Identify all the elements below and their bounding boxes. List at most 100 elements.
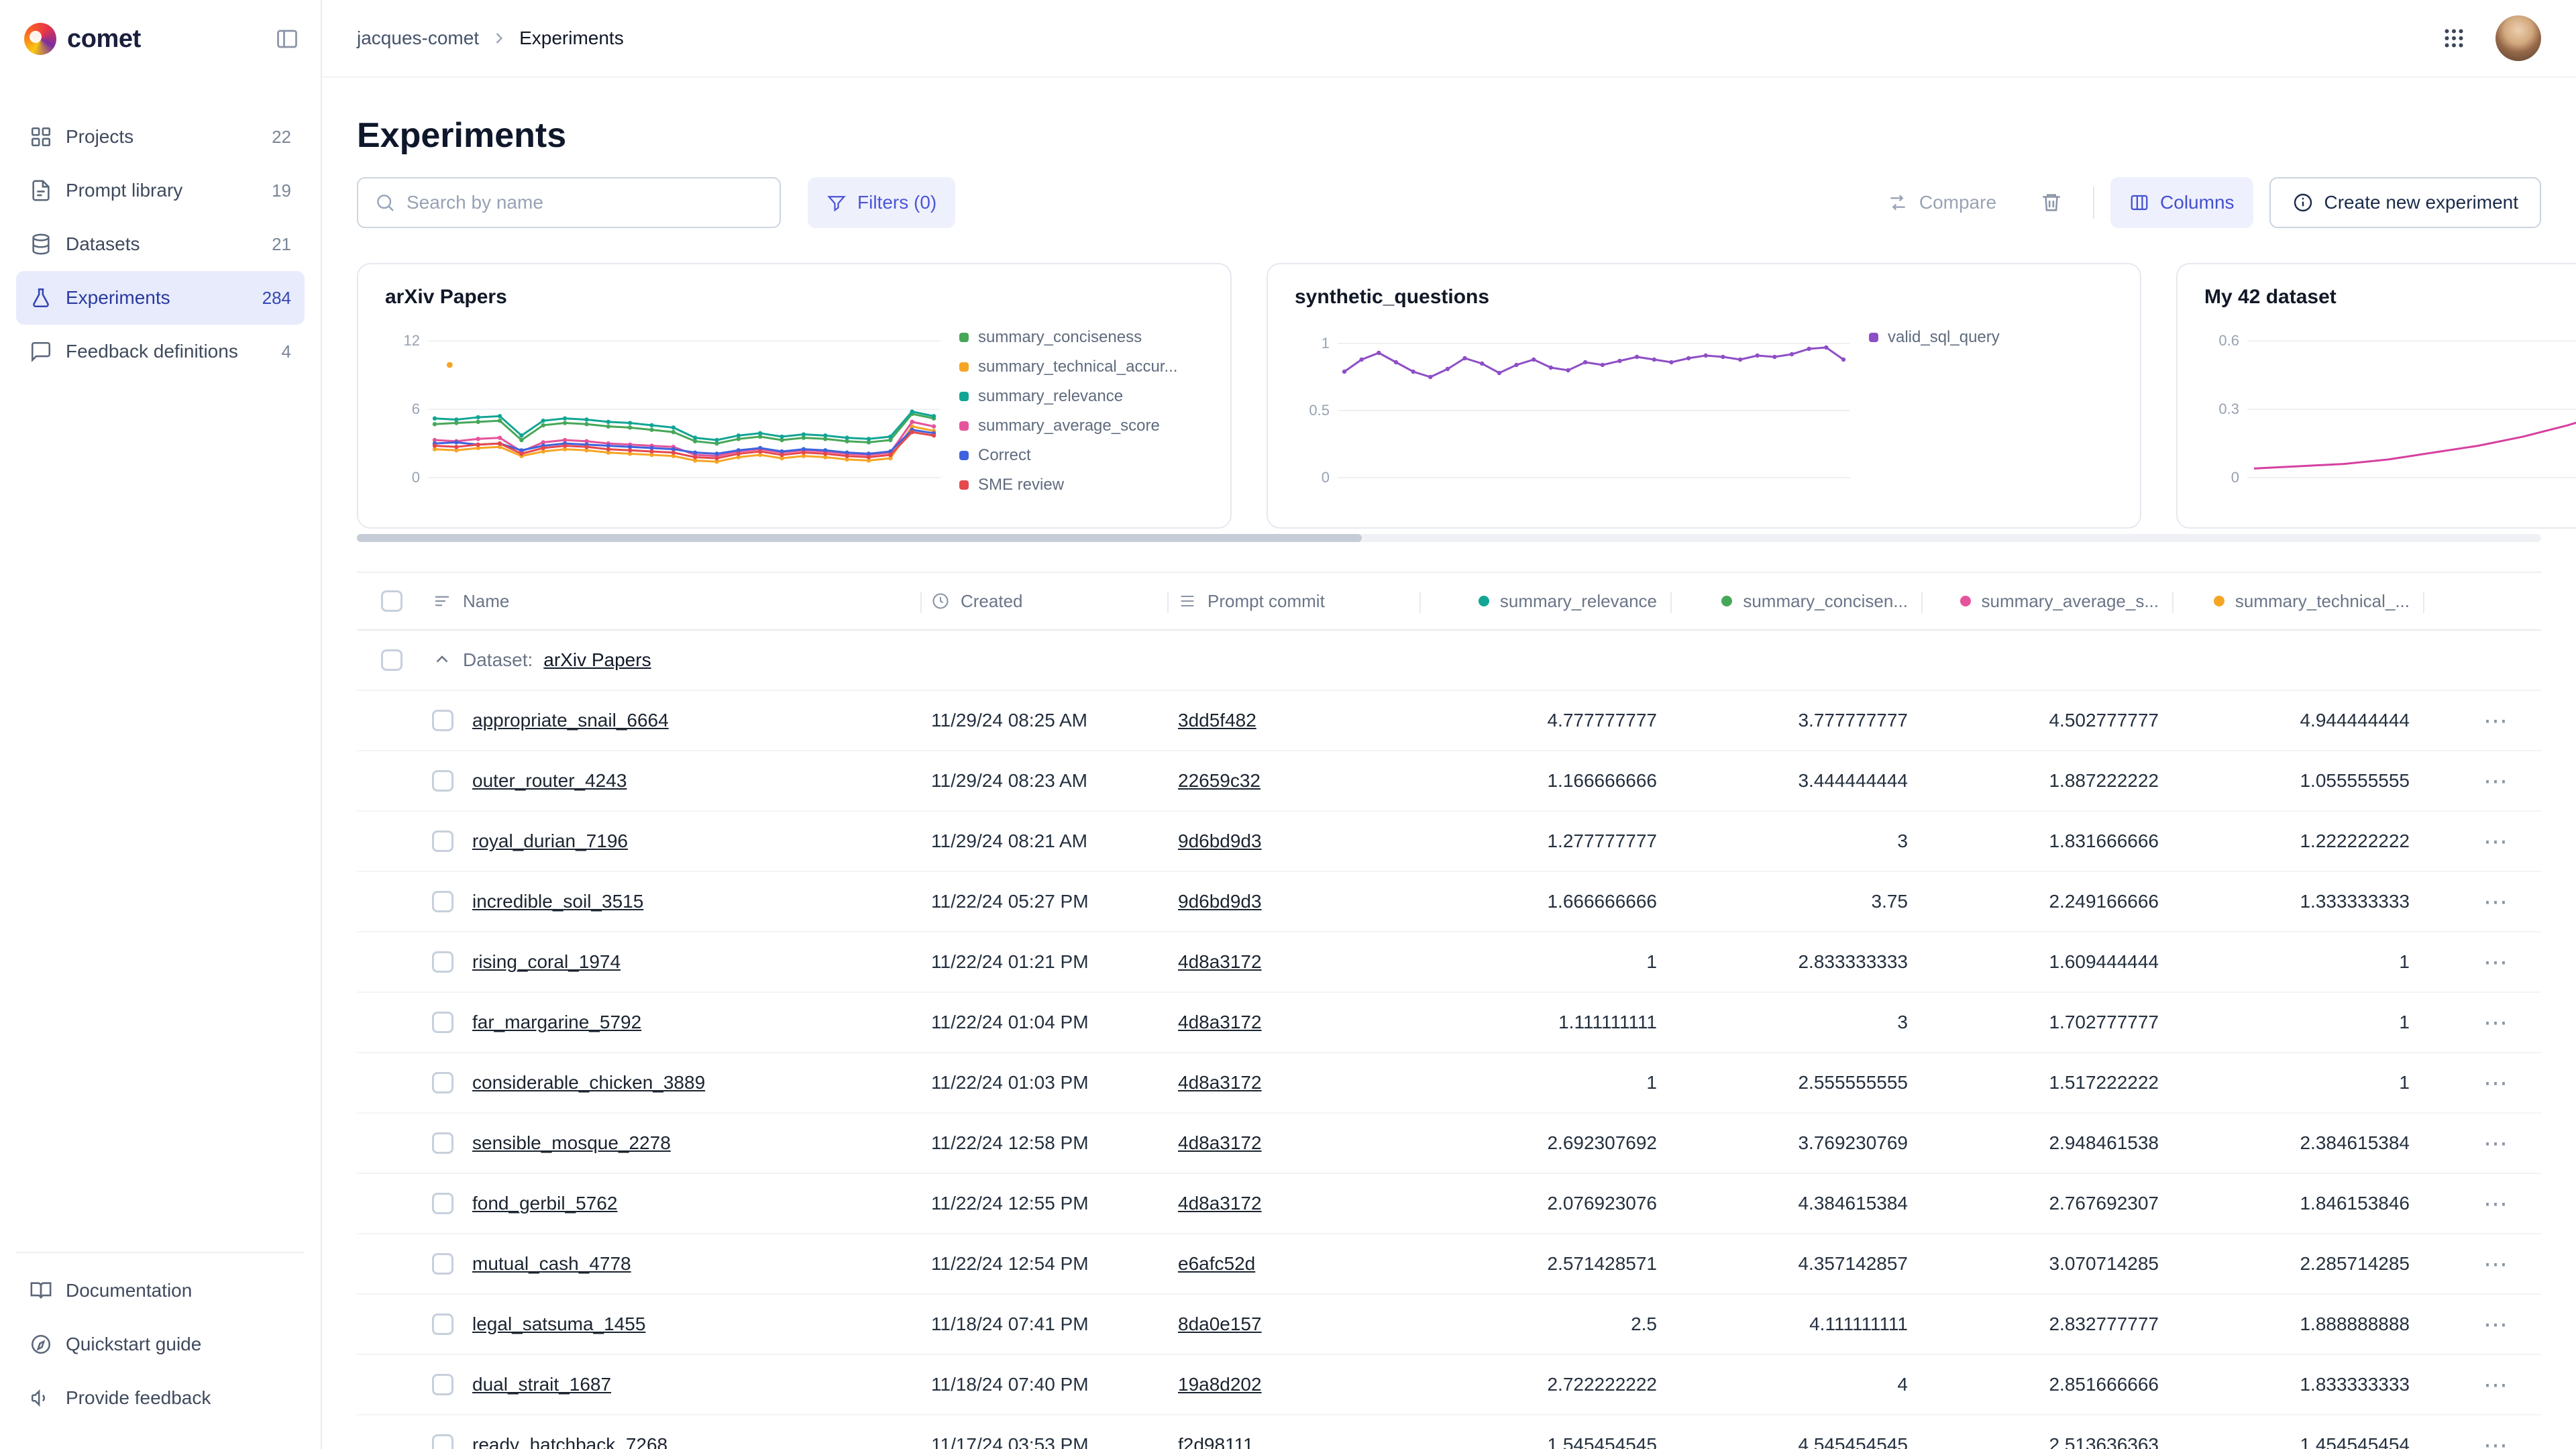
collapse-sidebar-icon[interactable] xyxy=(275,27,299,51)
collapse-group-chevron-icon[interactable] xyxy=(432,650,452,670)
legend-item[interactable]: SME review xyxy=(959,475,1203,495)
column-header-summary-relevance[interactable]: summary_relevance xyxy=(1419,573,1670,629)
table-row[interactable]: royal_durian_7196 11/29/24 08:21 AM 9d6b… xyxy=(357,812,2541,872)
experiment-name-link[interactable]: ready_hatchback_7268 xyxy=(472,1434,667,1449)
select-all-checkbox[interactable] xyxy=(381,590,402,612)
experiment-name-link[interactable]: rising_coral_1974 xyxy=(472,951,621,973)
horizontal-scrollbar[interactable] xyxy=(357,534,2541,542)
experiment-name-link[interactable]: considerable_chicken_3889 xyxy=(472,1072,705,1093)
experiment-name-link[interactable]: far_margarine_5792 xyxy=(472,1012,641,1033)
group-checkbox[interactable] xyxy=(381,649,402,671)
row-checkbox[interactable] xyxy=(432,1313,453,1335)
row-checkbox[interactable] xyxy=(432,1072,453,1093)
create-new-experiment-button[interactable]: Create new experiment xyxy=(2269,177,2541,228)
prompt-commit-link[interactable]: 19a8d202 xyxy=(1178,1374,1262,1395)
experiment-name-link[interactable]: sensible_mosque_2278 xyxy=(472,1132,671,1154)
sort-menu-icon[interactable] xyxy=(432,591,452,611)
table-row[interactable]: incredible_soil_3515 11/22/24 05:27 PM 9… xyxy=(357,872,2541,932)
column-header-name[interactable]: Name xyxy=(421,573,920,629)
table-row[interactable]: far_margarine_5792 11/22/24 01:04 PM 4d8… xyxy=(357,993,2541,1053)
comet-logo[interactable]: comet xyxy=(24,23,141,55)
column-header-summary-technical-accuracy[interactable]: summary_technical_... xyxy=(2172,573,2423,629)
prompt-commit-link[interactable]: 9d6bd9d3 xyxy=(1178,891,1262,912)
prompt-commit-link[interactable]: 4d8a3172 xyxy=(1178,1072,1262,1093)
table-row[interactable]: sensible_mosque_2278 11/22/24 12:58 PM 4… xyxy=(357,1114,2541,1174)
row-menu-button[interactable] xyxy=(2483,708,2509,733)
filters-button[interactable]: Filters (0) xyxy=(808,177,955,228)
table-row[interactable]: considerable_chicken_3889 11/22/24 01:03… xyxy=(357,1053,2541,1114)
experiment-name-link[interactable]: legal_satsuma_1455 xyxy=(472,1313,645,1335)
sidebar-item-provide-feedback[interactable]: Provide feedback xyxy=(16,1371,305,1425)
table-row[interactable]: appropriate_snail_6664 11/29/24 08:25 AM… xyxy=(357,691,2541,751)
chart-card-synthetic-questions[interactable]: synthetic_questions 00.51 valid_sql_quer… xyxy=(1267,263,2141,529)
compare-button[interactable]: Compare xyxy=(1874,177,2010,228)
row-menu-button[interactable] xyxy=(2483,1071,2509,1095)
scrollbar-thumb[interactable] xyxy=(357,534,1362,542)
sidebar-item-documentation[interactable]: Documentation xyxy=(16,1264,305,1318)
experiment-name-link[interactable]: dual_strait_1687 xyxy=(472,1374,611,1395)
sidebar-item-prompt-library[interactable]: Prompt library 19 xyxy=(16,164,305,217)
avatar[interactable] xyxy=(2496,15,2541,61)
row-menu-button[interactable] xyxy=(2483,890,2509,914)
row-menu-button[interactable] xyxy=(2483,1252,2509,1276)
row-menu-button[interactable] xyxy=(2483,1131,2509,1155)
experiment-name-link[interactable]: royal_durian_7196 xyxy=(472,830,628,852)
prompt-commit-link[interactable]: e6afc52d xyxy=(1178,1253,1255,1274)
table-row[interactable]: mutual_cash_4778 11/22/24 12:54 PM e6afc… xyxy=(357,1234,2541,1295)
row-menu-button[interactable] xyxy=(2483,1191,2509,1216)
table-row[interactable]: ready_hatchback_7268 11/17/24 03:53 PM f… xyxy=(357,1415,2541,1449)
experiment-name-link[interactable]: fond_gerbil_5762 xyxy=(472,1193,617,1214)
legend-item[interactable]: valid_sql_query xyxy=(1869,327,2113,347)
apps-grid-icon[interactable] xyxy=(2442,26,2466,50)
row-checkbox[interactable] xyxy=(432,1132,453,1154)
column-header-summary-conciseness[interactable]: summary_concisen... xyxy=(1670,573,1921,629)
row-menu-button[interactable] xyxy=(2483,950,2509,974)
sidebar-item-quickstart-guide[interactable]: Quickstart guide xyxy=(16,1318,305,1371)
prompt-commit-link[interactable]: 4d8a3172 xyxy=(1178,951,1262,972)
prompt-commit-link[interactable]: 22659c32 xyxy=(1178,770,1260,791)
chart-cards-row[interactable]: arXiv Papers 0612 summary_concisenesssum… xyxy=(357,263,2576,529)
prompt-commit-link[interactable]: 9d6bd9d3 xyxy=(1178,830,1262,851)
row-menu-button[interactable] xyxy=(2483,1010,2509,1034)
chart-card-arxiv-papers[interactable]: arXiv Papers 0612 summary_concisenesssum… xyxy=(357,263,1232,529)
delete-button[interactable] xyxy=(2026,177,2077,228)
prompt-commit-link[interactable]: 3dd5f482 xyxy=(1178,710,1256,731)
legend-item[interactable]: summary_conciseness xyxy=(959,327,1203,347)
table-row[interactable]: dual_strait_1687 11/18/24 07:40 PM 19a8d… xyxy=(357,1355,2541,1415)
column-header-created[interactable]: Created xyxy=(920,573,1167,629)
prompt-commit-link[interactable]: 4d8a3172 xyxy=(1178,1193,1262,1214)
prompt-commit-link[interactable]: 4d8a3172 xyxy=(1178,1012,1262,1032)
row-menu-button[interactable] xyxy=(2483,829,2509,853)
table-row[interactable]: rising_coral_1974 11/22/24 01:21 PM 4d8a… xyxy=(357,932,2541,993)
sidebar-item-projects[interactable]: Projects 22 xyxy=(16,110,305,164)
row-checkbox[interactable] xyxy=(432,1434,453,1449)
dataset-link[interactable]: arXiv Papers xyxy=(543,649,651,671)
row-checkbox[interactable] xyxy=(432,1193,453,1214)
search-input[interactable] xyxy=(407,192,763,213)
row-menu-button[interactable] xyxy=(2483,769,2509,793)
table-row[interactable]: outer_router_4243 11/29/24 08:23 AM 2265… xyxy=(357,751,2541,812)
row-checkbox[interactable] xyxy=(432,1253,453,1275)
row-checkbox[interactable] xyxy=(432,770,453,792)
table-row[interactable]: fond_gerbil_5762 11/22/24 12:55 PM 4d8a3… xyxy=(357,1174,2541,1234)
experiment-name-link[interactable]: incredible_soil_3515 xyxy=(472,891,643,912)
chart-card-my-42-dataset[interactable]: My 42 dataset 00.30.6 xyxy=(2176,263,2576,529)
experiment-name-link[interactable]: appropriate_snail_6664 xyxy=(472,710,669,731)
row-checkbox[interactable] xyxy=(432,1012,453,1033)
legend-item[interactable]: summary_relevance xyxy=(959,386,1203,407)
columns-button[interactable]: Columns xyxy=(2110,177,2253,228)
row-checkbox[interactable] xyxy=(432,830,453,852)
legend-item[interactable]: Correct xyxy=(959,445,1203,466)
sidebar-item-experiments[interactable]: Experiments 284 xyxy=(16,271,305,325)
row-menu-button[interactable] xyxy=(2483,1312,2509,1336)
prompt-commit-link[interactable]: f2d98111 xyxy=(1178,1434,1254,1449)
row-checkbox[interactable] xyxy=(432,951,453,973)
legend-item[interactable]: summary_technical_accur... xyxy=(959,357,1203,377)
sidebar-item-datasets[interactable]: Datasets 21 xyxy=(16,217,305,271)
row-menu-button[interactable] xyxy=(2483,1373,2509,1397)
row-menu-button[interactable] xyxy=(2483,1433,2509,1449)
row-checkbox[interactable] xyxy=(432,710,453,731)
row-checkbox[interactable] xyxy=(432,1374,453,1395)
experiment-name-link[interactable]: outer_router_4243 xyxy=(472,770,627,792)
row-checkbox[interactable] xyxy=(432,891,453,912)
